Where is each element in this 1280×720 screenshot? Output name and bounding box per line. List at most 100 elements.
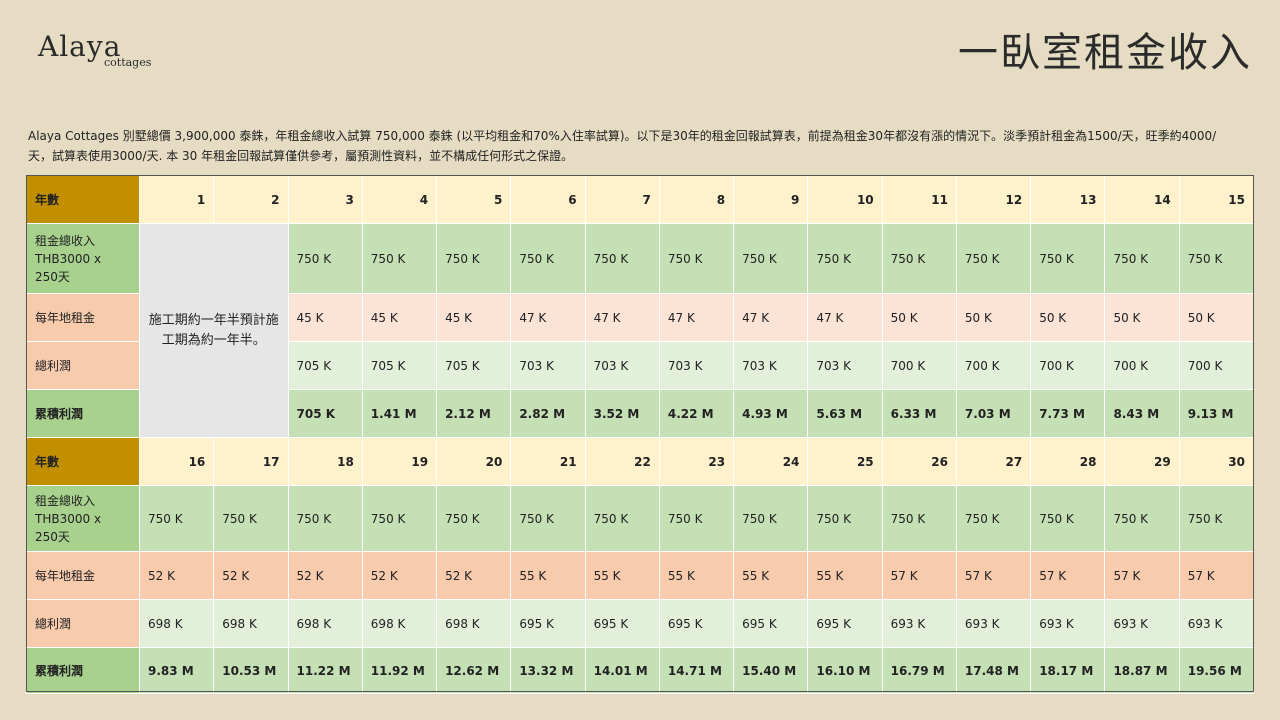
income-cell: 750 K [287, 223, 363, 294]
profit-cell: 693 K [1178, 599, 1255, 648]
land-rent-cell: 55 K [807, 551, 883, 600]
profit-cell: 695 K [807, 599, 883, 648]
year-cell: 15 [1178, 175, 1255, 224]
income-cell: 750 K [1178, 223, 1255, 294]
cumulative-cell: 9.83 M [138, 647, 215, 694]
profit-label: 總利潤 [26, 341, 140, 390]
income-cell: 750 K [955, 485, 1032, 552]
land-rent-cell: 57 K [955, 551, 1032, 600]
cumulative-label: 累積利潤 [26, 647, 140, 694]
profit-cell: 703 K [510, 341, 586, 390]
year-cell: 6 [510, 175, 586, 224]
land-rent-cell: 50 K [881, 293, 957, 342]
income-cell: 750 K [1104, 485, 1180, 552]
rental-income-table: 年數 1 2 3 4 5 6 7 8 9 10 11 12 13 14 15 租… [26, 175, 1255, 694]
cumulative-cell: 6.33 M [881, 389, 957, 438]
cumulative-cell: 19.56 M [1178, 647, 1255, 694]
year-label: 年數 [26, 175, 140, 224]
profit-cell: 693 K [955, 599, 1032, 648]
land-rent-cell: 52 K [436, 551, 512, 600]
intro-paragraph: Alaya Cottages 別墅總價 3,900,000 泰銖，年租金總收入試… [28, 129, 1217, 163]
cumulative-cell: 1.41 M [361, 389, 438, 438]
cumulative-cell: 13.32 M [510, 647, 586, 694]
year-cell: 24 [733, 437, 809, 486]
profit-cell: 705 K [436, 341, 512, 390]
income-cell: 750 K [584, 223, 660, 294]
land-rent-cell: 57 K [1178, 551, 1255, 600]
income-label-line: 租金總收入 [35, 233, 96, 248]
profit-cell: 693 K [1104, 599, 1180, 648]
land-rent-cell: 52 K [287, 551, 363, 600]
cumulative-cell: 705 K [287, 389, 363, 438]
profit-cell: 695 K [510, 599, 586, 648]
profit-cell: 703 K [584, 341, 660, 390]
year-cell: 23 [658, 437, 735, 486]
year-cell: 2 [213, 175, 289, 224]
income-cell: 750 K [510, 485, 586, 552]
land-rent-cell: 52 K [213, 551, 289, 600]
profit-cell: 700 K [1178, 341, 1255, 390]
year-cell: 16 [138, 437, 215, 486]
year-cell: 8 [658, 175, 735, 224]
income-cell: 750 K [1104, 223, 1180, 294]
income-cell: 750 K [584, 485, 660, 552]
cumulative-cell: 5.63 M [807, 389, 883, 438]
income-cell: 750 K [1030, 485, 1106, 552]
cumulative-cell: 4.93 M [733, 389, 809, 438]
land-rent-cell: 50 K [1030, 293, 1106, 342]
brand-logo: Alaya cottages [38, 30, 168, 74]
land-rent-cell: 52 K [361, 551, 438, 600]
year-cell: 11 [881, 175, 957, 224]
income-cell: 750 K [436, 485, 512, 552]
year-cell: 18 [287, 437, 363, 486]
cumulative-cell: 16.79 M [881, 647, 957, 694]
land-rent-cell: 52 K [138, 551, 215, 600]
land-rent-cell: 47 K [584, 293, 660, 342]
year-cell: 29 [1104, 437, 1180, 486]
income-cell: 750 K [733, 485, 809, 552]
profit-cell: 700 K [1030, 341, 1106, 390]
cumulative-cell: 9.13 M [1178, 389, 1255, 438]
income-cell: 750 K [287, 485, 363, 552]
land-rent-cell: 47 K [733, 293, 809, 342]
year-cell: 28 [1030, 437, 1106, 486]
income-cell: 750 K [881, 223, 957, 294]
profit-cell: 703 K [733, 341, 809, 390]
income-label: 租金總收入 THB3000 x 250天 [26, 223, 140, 294]
year-cell: 7 [584, 175, 660, 224]
land-rent-cell: 45 K [436, 293, 512, 342]
year-cell: 9 [733, 175, 809, 224]
cumulative-cell: 4.22 M [658, 389, 735, 438]
year-cell: 19 [361, 437, 438, 486]
income-cell: 750 K [138, 485, 215, 552]
income-cell: 750 K [807, 485, 883, 552]
cumulative-cell: 14.71 M [658, 647, 735, 694]
profit-cell: 705 K [361, 341, 438, 390]
profit-cell: 698 K [361, 599, 438, 648]
income-cell: 750 K [361, 223, 438, 294]
income-cell: 750 K [881, 485, 957, 552]
cumulative-cell: 7.03 M [955, 389, 1032, 438]
land-rent-cell: 55 K [658, 551, 735, 600]
profit-cell: 698 K [436, 599, 512, 648]
cumulative-cell: 3.52 M [584, 389, 660, 438]
cumulative-cell: 8.43 M [1104, 389, 1180, 438]
year-cell: 21 [510, 437, 586, 486]
profit-cell: 695 K [733, 599, 809, 648]
year-cell: 26 [881, 437, 957, 486]
year-cell: 20 [436, 437, 512, 486]
year-cell: 1 [138, 175, 215, 224]
land-rent-row-2: 每年地租金 52 K 52 K 52 K 52 K 52 K 55 K 55 K… [26, 551, 1255, 600]
profit-cell: 700 K [955, 341, 1032, 390]
income-cell: 750 K [1030, 223, 1106, 294]
cumulative-cell: 18.87 M [1104, 647, 1180, 694]
land-rent-cell: 55 K [510, 551, 586, 600]
year-cell: 10 [807, 175, 883, 224]
cumulative-cell: 2.12 M [436, 389, 512, 438]
profit-cell: 695 K [658, 599, 735, 648]
year-cell: 4 [361, 175, 438, 224]
cumulative-cell: 11.22 M [287, 647, 363, 694]
cumulative-cell: 15.40 M [733, 647, 809, 694]
profit-cell: 703 K [807, 341, 883, 390]
profit-cell: 705 K [287, 341, 363, 390]
